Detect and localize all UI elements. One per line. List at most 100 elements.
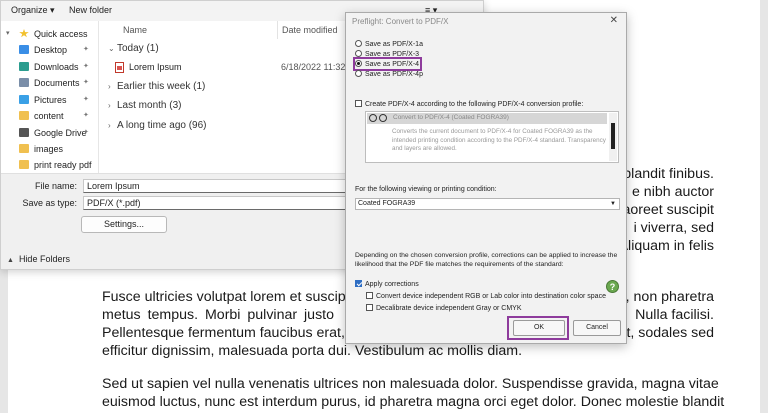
profile-item[interactable]: Convert to PDF/X-4 (Coated FOGRA39) [367,113,607,124]
profile-title: Convert to PDF/X-4 (Coated FOGRA39) [393,114,509,121]
pin-icon: ✦ [83,129,89,136]
group-header-long-time-ago[interactable]: › A long time ago (96) [108,120,207,131]
group-label: Last month (3) [117,100,182,111]
sidebar-item-label: Downloads [34,62,79,72]
navigation-pane: ▾ Quick access Desktop ✦ Downloads ✦ Doc… [1,23,97,171]
radio-label: Save as PDF/X-1a [365,41,423,48]
sidebar-item-label: content [34,111,64,121]
create-profile-label: Create PDF/X-4 according to the followin… [365,101,584,108]
sidebar-item-content[interactable]: content ✦ [1,109,97,124]
sidebar-item-label: images [34,144,64,154]
download-icon [19,62,29,71]
column-header-name[interactable]: Name [123,25,147,35]
pdf-file-icon [115,62,124,73]
doc-line: aoreet suscipit [622,202,714,218]
chevron-right-icon: › [108,101,111,110]
scrollbar[interactable] [609,113,617,161]
group-label: Earlier this week (1) [117,81,206,92]
radio-pdfx-1a[interactable]: Save as PDF/X-1a [355,40,423,50]
condition-select[interactable]: Coated FOGRA39 ▼ [355,198,620,210]
close-icon[interactable]: ✕ [610,15,618,26]
checkbox[interactable] [366,304,373,311]
group-header-today[interactable]: ⌄ Today (1) [108,43,159,54]
doc-line: blandit finibus. [623,166,714,182]
doc-line: Fusce ultricies volutpat lorem et suscip… [102,289,357,305]
conversion-profile-list[interactable]: Convert to PDF/X-4 (Coated FOGRA39) Conv… [365,111,619,163]
new-folder-button[interactable]: New folder [69,5,112,15]
folder-icon [19,144,29,153]
convert-rgb-row[interactable]: Convert device independent RGB or Lab co… [366,292,606,300]
save-type-select[interactable]: PDF/X (*.pdf) [83,196,349,210]
sidebar-item-desktop[interactable]: Desktop ✦ [1,43,97,58]
radio-button[interactable] [355,50,362,57]
radio-button[interactable] [355,70,362,77]
pin-icon: ✦ [83,79,89,86]
profile-description: Converts the current document to PDF/X-4… [392,128,606,152]
cancel-button[interactable]: Cancel [573,320,621,336]
group-label: Today (1) [117,43,159,54]
sidebar-item-print-ready-pdf[interactable]: print ready pdf [1,158,97,173]
magnifier-icon [369,114,377,122]
file-name-input[interactable]: Lorem Ipsum [83,179,349,193]
documents-icon [19,78,29,87]
apply-corrections-label: Apply corrections [365,281,419,288]
group-header-last-month[interactable]: › Last month (3) [108,100,181,111]
checkbox[interactable] [355,100,362,107]
sidebar-item-label: Desktop [34,45,68,55]
group-header-earlier-this-week[interactable]: › Earlier this week (1) [108,81,205,92]
pin-icon: ✦ [83,112,89,119]
drive-icon [19,128,29,137]
doc-line: e nibh auctor [631,184,714,200]
sidebar-item-images[interactable]: images [1,142,97,157]
doc-line: n, non pharetra [617,289,714,305]
corrections-info: Depending on the chosen conversion profi… [355,252,618,268]
apply-corrections-row[interactable]: Apply corrections [355,280,419,288]
radio-pdfx-4p[interactable]: Save as PDF/X-4p [355,70,423,80]
hide-folders-toggle[interactable]: ▲ Hide Folders [7,254,70,264]
doc-line: i viverra, sed [633,220,714,236]
doc-line: Sed ut sapien vel nulla venenatis ultric… [102,376,719,392]
chevron-right-icon: › [108,121,111,130]
folder-icon [19,111,29,120]
doc-line: efficitur dignissim, malesuada porta dui… [102,343,523,359]
condition-label: For the following viewing or printing co… [355,186,497,193]
checkbox[interactable] [355,280,362,287]
folder-icon [19,160,29,169]
create-profile-checkbox-row[interactable]: Create PDF/X-4 according to the followin… [355,100,583,108]
sidebar-item-label: Documents [34,78,80,88]
sidebar-item-pictures[interactable]: Pictures ✦ [1,93,97,108]
chevron-down-icon: ⌄ [108,44,115,53]
doc-line: euismod luctus, nunc est interdum purus,… [102,394,725,410]
column-header-date[interactable]: Date modified [282,25,338,35]
help-icon[interactable]: ? [606,280,619,293]
chevron-down-icon: ▾ [6,30,10,37]
doc-line: t, sodales sed [626,325,714,341]
doc-line: Aliquam in felis [618,238,714,254]
chevron-right-icon: › [108,82,111,91]
organize-button[interactable]: Organize ▾ [11,5,55,16]
decalibrate-label: Decalibrate device independent Gray or C… [376,305,522,312]
settings-button[interactable]: Settings... [81,216,167,233]
checkbox[interactable] [366,292,373,299]
chevron-up-icon: ▲ [7,257,14,264]
sidebar-item-documents[interactable]: Documents ✦ [1,76,97,91]
file-name-label: File name: [34,181,77,191]
condition-value: Coated FOGRA39 [358,200,416,207]
sidebar-item-downloads[interactable]: Downloads ✦ [1,60,97,75]
radio-button[interactable] [355,40,362,47]
highlight-box [507,316,569,340]
sidebar-item-label: print ready pdf [34,160,92,170]
scrollbar-thumb[interactable] [611,123,615,149]
sidebar-item-label: Google Drive [34,128,87,138]
group-label: A long time ago (96) [117,120,207,131]
star-icon [19,29,29,38]
sidebar-item-google-drive[interactable]: Google Drive ✦ [1,126,97,141]
doc-line: metus tempus. Morbi pulvinar justo [102,307,334,323]
radio-label: Save as PDF/X-4p [365,71,423,78]
convert-rgb-label: Convert device independent RGB or Lab co… [376,293,606,300]
sidebar-item-quick-access[interactable]: ▾ Quick access [1,27,97,42]
chevron-down-icon: ▼ [610,201,616,207]
column-separator[interactable] [277,21,278,39]
decalibrate-row[interactable]: Decalibrate device independent Gray or C… [366,304,522,312]
pane-divider [98,21,99,173]
